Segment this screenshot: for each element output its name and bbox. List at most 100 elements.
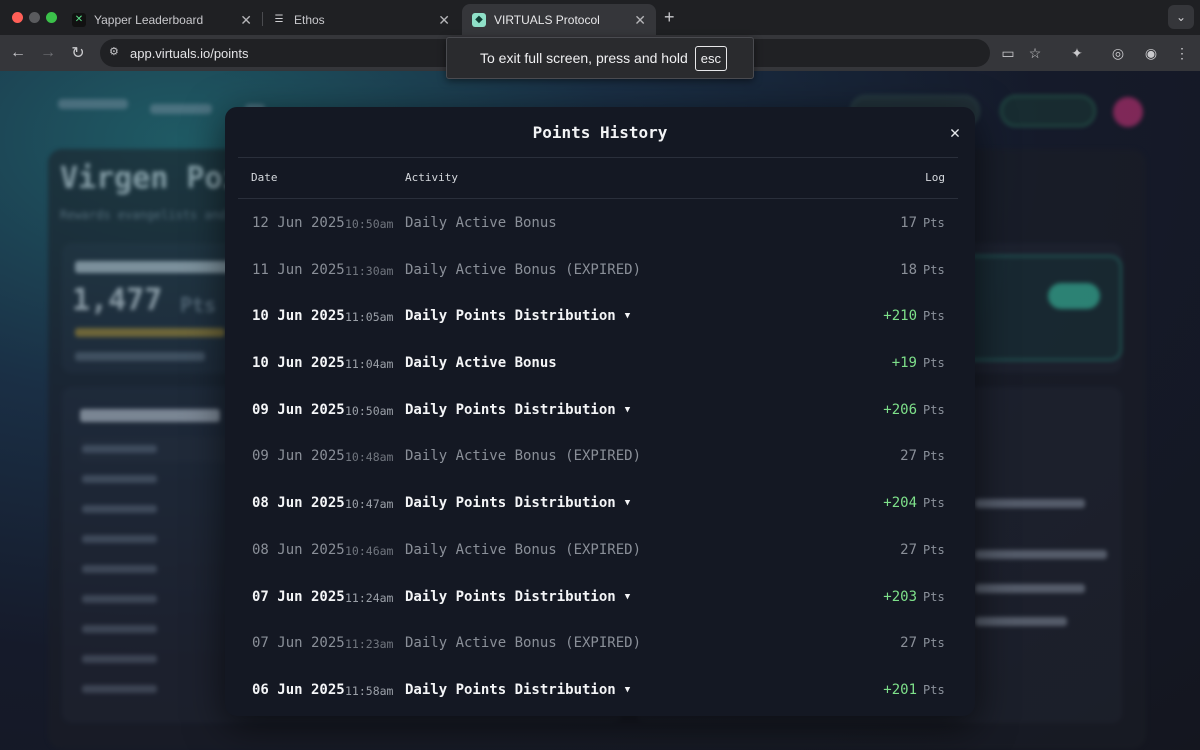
row-activity: Daily Active Bonus <box>405 215 557 231</box>
row-unit: Pts <box>923 402 945 417</box>
row-activity[interactable]: Daily Points Distribution ▼ <box>405 589 630 605</box>
row-date: 06 Jun 2025 <box>252 681 345 698</box>
window-minimize-button[interactable] <box>29 12 40 23</box>
row-time: 10:47am <box>345 497 394 512</box>
extension-icon[interactable]: ◎ <box>1108 43 1128 63</box>
profile-icon[interactable]: ◉ <box>1141 43 1161 63</box>
row-date: 07 Jun 2025 <box>252 588 345 605</box>
extensions-puzzle-icon[interactable]: ✦ <box>1067 43 1087 63</box>
back-arrow-icon[interactable]: ← <box>8 43 28 63</box>
row-time: 10:48am <box>345 450 394 465</box>
tab-yapper-leaderboard[interactable]: ✕ Yapper Leaderboard ✕ <box>62 4 262 35</box>
caret-down-icon[interactable]: ▼ <box>625 685 630 695</box>
row-activity-label: Daily Points Distribution <box>405 308 616 325</box>
row-time: 11:58am <box>345 683 394 698</box>
row-unit: Pts <box>923 636 945 651</box>
column-header-log: Log <box>925 171 945 184</box>
row-unit: Pts <box>923 356 945 371</box>
row-date: 08 Jun 2025 <box>252 495 345 512</box>
row-unit: Pts <box>923 449 945 464</box>
points-history-table: 12 Jun 2025 10:50am Daily Active Bonus 17 Pt… <box>225 199 975 713</box>
row-date: 10 Jun 2025 <box>252 355 345 372</box>
row-activity[interactable]: Daily Points Distribution ▼ <box>405 495 630 511</box>
row-activity: Daily Active Bonus <box>405 355 557 371</box>
row-amount: 27 <box>900 448 917 465</box>
avatar <box>1113 97 1143 127</box>
table-row: 08 Jun 2025 10:46am Daily Active Bonus (EX… <box>225 526 975 573</box>
close-icon[interactable]: ✕ <box>634 12 646 29</box>
card-heading <box>75 261 235 273</box>
caret-down-icon[interactable]: ▼ <box>625 498 630 508</box>
row-date: 10 Jun 2025 <box>252 308 345 325</box>
page-title: Virgen Poi <box>60 161 241 196</box>
window-fullscreen-button[interactable] <box>46 12 57 23</box>
table-row[interactable]: 06 Jun 2025 11:58am Daily Points Distribut… <box>225 666 975 713</box>
window-close-button[interactable] <box>12 12 23 23</box>
table-row[interactable]: 08 Jun 2025 10:47am Daily Points Distribut… <box>225 479 975 526</box>
row-date: 07 Jun 2025 <box>252 635 345 652</box>
row-amount: +210 <box>883 308 917 325</box>
table-row[interactable]: 10 Jun 2025 11:05am Daily Points Distribut… <box>225 292 975 339</box>
table-row[interactable]: 09 Jun 2025 10:50am Daily Points Distribut… <box>225 386 975 433</box>
info-line <box>975 584 1085 593</box>
table-row: 10 Jun 2025 11:04am Daily Active Bonus +19 P… <box>225 339 975 386</box>
row-amount: 27 <box>900 635 917 652</box>
tab-search-chevron-icon[interactable]: ⌄ <box>1168 5 1194 29</box>
kebab-menu-icon[interactable]: ⋮ <box>1172 43 1192 63</box>
table-row[interactable]: 07 Jun 2025 11:24am Daily Points Distribut… <box>225 573 975 620</box>
close-icon[interactable]: ✕ <box>438 12 450 29</box>
table-row: 11 Jun 2025 11:30am Daily Active Bonus (EX… <box>225 246 975 293</box>
stake-button <box>1048 283 1100 309</box>
page-subtitle: Rewards evangelists and <box>60 208 227 222</box>
row-activity: Daily Active Bonus (EXPIRED) <box>405 635 641 651</box>
forward-arrow-icon[interactable]: → <box>38 43 58 63</box>
row-unit: Pts <box>923 216 945 230</box>
row-amount: +201 <box>883 681 917 698</box>
info-line <box>975 499 1085 508</box>
row-amount: 27 <box>900 541 917 558</box>
x-logo-icon: ✕ <box>72 12 86 27</box>
row-time: 10:50am <box>345 403 394 418</box>
row-time: 10:50am <box>345 217 394 231</box>
bookmark-star-icon[interactable]: ☆ <box>1025 43 1045 63</box>
close-icon[interactable]: ✕ <box>944 122 966 144</box>
virtuals-logo-icon: ◆ <box>472 12 486 27</box>
row-activity-label: Daily Active Bonus (EXPIRED) <box>405 635 642 652</box>
row-amount: +206 <box>883 401 917 418</box>
row-activity[interactable]: Daily Points Distribution ▼ <box>405 308 630 324</box>
column-header-activity: Activity <box>405 171 458 184</box>
row-amount: +19 <box>891 355 917 372</box>
row-date: 09 Jun 2025 <box>252 448 345 465</box>
site-info-icon[interactable]: ⚙ <box>109 45 123 59</box>
table-header: Date Activity Log <box>238 171 958 199</box>
my-points-unit: Pts <box>180 293 217 317</box>
close-icon[interactable]: ✕ <box>240 12 252 29</box>
tab-title: Yapper Leaderboard <box>94 12 204 27</box>
row-time: 10:46am <box>345 543 394 558</box>
cast-icon[interactable]: ▭ <box>998 43 1018 63</box>
tab-virtuals-protocol[interactable]: ◆ VIRTUALS Protocol ✕ <box>462 4 656 35</box>
row-amount: +203 <box>883 588 917 605</box>
row-activity: Daily Active Bonus (EXPIRED) <box>405 262 641 278</box>
row-activity[interactable]: Daily Points Distribution ▼ <box>405 402 630 418</box>
row-activity[interactable]: Daily Points Distribution ▼ <box>405 682 630 698</box>
my-points-value: 1,477 <box>72 283 163 318</box>
url-text: app.virtuals.io/points <box>130 45 249 61</box>
row-activity-label: Daily Points Distribution <box>405 588 616 605</box>
row-activity: Daily Active Bonus (EXPIRED) <box>405 542 641 558</box>
tab-ethos[interactable]: ☰ Ethos ✕ <box>262 4 460 35</box>
nav-item <box>150 104 212 114</box>
row-unit: Pts <box>923 309 945 324</box>
row-unit: Pts <box>923 542 945 557</box>
caret-down-icon[interactable]: ▼ <box>625 592 630 602</box>
caret-down-icon[interactable]: ▼ <box>625 311 630 321</box>
reload-icon[interactable]: ↻ <box>68 43 88 63</box>
row-activity-label: Daily Points Distribution <box>405 495 616 512</box>
caret-down-icon[interactable]: ▼ <box>625 405 630 415</box>
row-activity-label: Daily Active Bonus (EXPIRED) <box>405 448 642 465</box>
table-row: 12 Jun 2025 10:50am Daily Active Bonus 17 Pt… <box>225 199 975 246</box>
points-pill <box>1000 95 1096 127</box>
row-date: 11 Jun 2025 <box>252 261 345 278</box>
new-tab-icon[interactable]: + <box>664 7 675 28</box>
row-activity-label: Daily Points Distribution <box>405 401 616 418</box>
